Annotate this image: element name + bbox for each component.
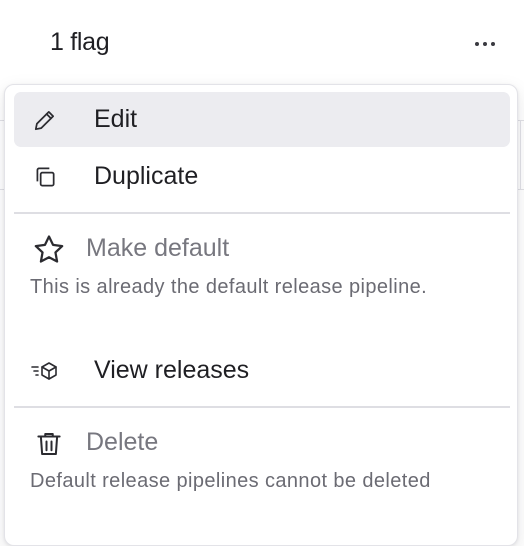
more-options-icon-dot — [491, 42, 495, 46]
menu-item-delete: Delete Default release pipelines cannot … — [14, 425, 510, 525]
pencil-icon — [30, 105, 60, 135]
delete-description: Default release pipelines cannot be dele… — [30, 470, 431, 492]
menu-separator — [14, 406, 510, 408]
delete-label: Delete — [86, 428, 159, 456]
more-options-icon-dot — [483, 42, 487, 46]
actions-dropdown-menu: Edit Duplicate Make default This is alre… — [4, 84, 518, 546]
menu-item-label: Edit — [94, 105, 138, 133]
divider — [520, 120, 521, 190]
menu-item-view-releases[interactable]: View releases — [14, 343, 510, 398]
menu-item-make-default: Make default This is already the default… — [14, 231, 510, 331]
flag-count-title: 1 flag — [50, 28, 110, 56]
trash-icon — [30, 425, 68, 463]
menu-item-label: View releases — [94, 356, 250, 384]
make-default-label: Make default — [86, 234, 230, 262]
duplicate-icon — [30, 162, 60, 192]
star-icon — [30, 231, 68, 269]
menu-item-edit[interactable]: Edit — [14, 92, 510, 147]
more-options-icon — [475, 42, 479, 46]
make-default-description: This is already the default release pipe… — [30, 276, 428, 298]
menu-separator — [14, 212, 510, 214]
more-options-button[interactable] — [468, 30, 502, 58]
menu-item-label: Duplicate — [94, 162, 199, 190]
releases-icon — [30, 356, 60, 386]
menu-item-duplicate[interactable]: Duplicate — [14, 149, 510, 204]
